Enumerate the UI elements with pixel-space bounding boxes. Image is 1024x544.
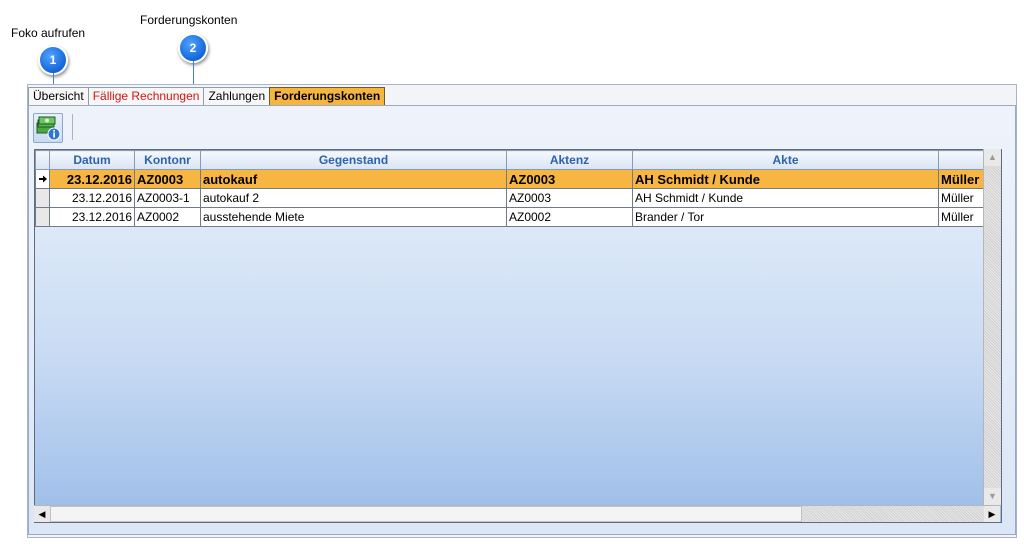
scroll-left-arrow-icon[interactable]: ◀ — [34, 506, 50, 522]
cell-kontonr[interactable]: AZ0002 — [134, 207, 201, 227]
table-row[interactable]: 23.12.2016 AZ0002 ausstehende Miete AZ00… — [35, 207, 986, 227]
table-row[interactable]: 23.12.2016 AZ0003-1 autokauf 2 AZ0003 AH… — [35, 188, 986, 208]
cell-akte[interactable]: AH Schmidt / Kunde — [632, 188, 939, 208]
column-header-akte[interactable]: Akte — [632, 150, 939, 170]
cell-aktenz[interactable]: AZ0002 — [506, 207, 633, 227]
column-header-gegenstand[interactable]: Gegenstand — [200, 150, 507, 170]
cell-aktenz[interactable]: AZ0003 — [506, 188, 633, 208]
callout-badge-1: 1 — [38, 45, 68, 75]
cell-aktenz[interactable]: AZ0003 — [506, 169, 633, 189]
tab-bar: Übersicht Fällige Rechnungen Zahlungen F… — [28, 87, 386, 106]
cell-datum[interactable]: 23.12.2016 — [49, 169, 135, 189]
tab-forderungskonten[interactable]: Forderungskonten — [269, 87, 386, 105]
horizontal-scroll-thumb[interactable] — [50, 506, 802, 522]
column-header-datum[interactable]: Datum — [49, 150, 135, 170]
tab-zahlungen[interactable]: Zahlungen — [203, 87, 271, 105]
callout-badge-2: 2 — [178, 33, 208, 63]
toolbar-separator — [72, 114, 73, 140]
cell-datum[interactable]: 23.12.2016 — [49, 207, 135, 227]
cell-extra[interactable]: Müller — [938, 207, 986, 227]
cell-kontonr[interactable]: AZ0003 — [134, 169, 201, 189]
tab-uebersicht[interactable]: Übersicht — [28, 87, 89, 105]
callout-label-foko: Foko aufrufen — [11, 26, 86, 40]
scroll-up-arrow-icon[interactable]: ▲ — [984, 149, 1001, 166]
scroll-right-arrow-icon[interactable]: ▶ — [984, 506, 1000, 522]
cell-akte[interactable]: AH Schmidt / Kunde — [632, 169, 939, 189]
table-row-selected[interactable]: 23.12.2016 AZ0003 autokauf AZ0003 AH Sch… — [35, 169, 986, 189]
column-header-aktenz[interactable]: Aktenz — [506, 150, 633, 170]
row-indicator-arrow-icon — [35, 169, 50, 189]
vertical-scrollbar[interactable]: ▲ ▼ — [983, 149, 1001, 505]
horizontal-scrollbar[interactable]: ◀ ▶ — [34, 505, 1000, 522]
column-header-kontonr[interactable]: Kontonr — [134, 150, 201, 170]
callout-label-forderungskonten: Forderungskonten — [140, 13, 238, 27]
cell-kontonr[interactable]: AZ0003-1 — [134, 188, 201, 208]
cell-gegenstand[interactable]: ausstehende Miete — [200, 207, 507, 227]
cell-akte[interactable]: Brander / Tor — [632, 207, 939, 227]
cell-extra[interactable]: Müller — [938, 188, 986, 208]
money-info-icon — [36, 116, 61, 141]
cell-gegenstand[interactable]: autokauf 2 — [200, 188, 507, 208]
tab-faellige-rechnungen[interactable]: Fällige Rechnungen — [87, 87, 205, 105]
column-header-extra[interactable] — [938, 150, 986, 170]
row-indicator — [35, 207, 50, 227]
cell-gegenstand[interactable]: autokauf — [200, 169, 507, 189]
scroll-down-arrow-icon[interactable]: ▼ — [984, 488, 1001, 505]
forderungskonten-grid: Datum Kontonr Gegenstand Aktenz Akte 23.… — [34, 149, 1002, 523]
cell-datum[interactable]: 23.12.2016 — [49, 188, 135, 208]
row-indicator — [35, 188, 50, 208]
header-indicator — [35, 150, 50, 170]
foko-aufrufen-button[interactable] — [33, 113, 63, 143]
cell-extra[interactable]: Müller — [938, 169, 986, 189]
